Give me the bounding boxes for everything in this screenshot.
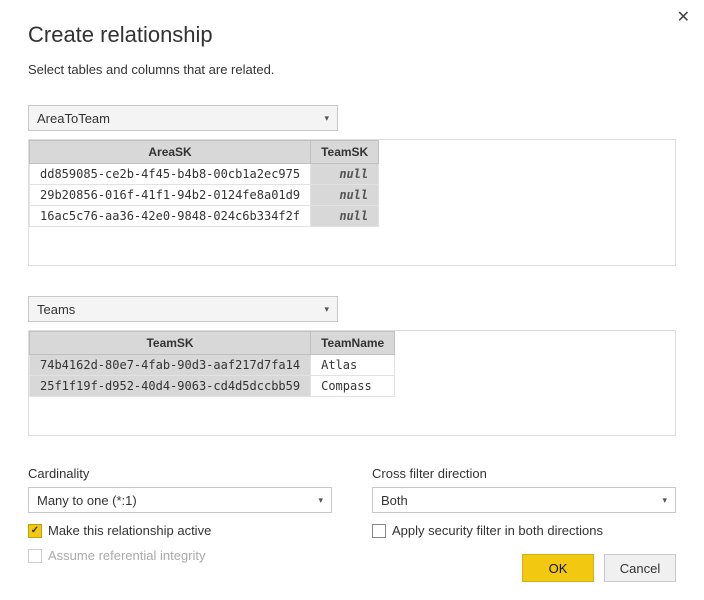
referential-checkbox-label: Assume referential integrity <box>48 548 206 563</box>
security-checkbox-row[interactable]: Apply security filter in both directions <box>372 523 676 538</box>
security-checkbox-label: Apply security filter in both directions <box>392 523 603 538</box>
chevron-down-icon: ▾ <box>662 495 667 506</box>
table2-col-teamsk[interactable]: TeamSK <box>30 332 311 355</box>
close-icon[interactable]: ✕ <box>677 10 690 26</box>
ok-button[interactable]: OK <box>522 554 594 582</box>
table2-select[interactable]: Teams ▾ <box>28 296 338 322</box>
active-checkbox-label: Make this relationship active <box>48 523 211 538</box>
active-checkbox-row[interactable]: Make this relationship active <box>28 523 332 538</box>
table1-header-row: AreaSK TeamSK <box>30 141 379 164</box>
table2-preview: TeamSK TeamName 74b4162d-80e7-4fab-90d3-… <box>28 330 676 436</box>
chevron-down-icon: ▾ <box>324 113 329 124</box>
chevron-down-icon: ▾ <box>324 304 329 315</box>
table-row: 29b20856-016f-41f1-94b2-0124fe8a01d9 nul… <box>30 185 379 206</box>
dialog-subtitle: Select tables and columns that are relat… <box>28 62 676 77</box>
cardinality-value: Many to one (*:1) <box>37 493 137 508</box>
cardinality-select[interactable]: Many to one (*:1) ▾ <box>28 487 332 513</box>
table1-preview: AreaSK TeamSK dd859085-ce2b-4f45-b4b8-00… <box>28 139 676 266</box>
dialog-title: Create relationship <box>28 22 676 48</box>
table2-grid[interactable]: TeamSK TeamName 74b4162d-80e7-4fab-90d3-… <box>29 331 395 397</box>
dialog-footer: OK Cancel <box>522 554 676 582</box>
table2-header-row: TeamSK TeamName <box>30 332 395 355</box>
referential-checkbox-row: Assume referential integrity <box>28 548 332 563</box>
table1-col-areask[interactable]: AreaSK <box>30 141 311 164</box>
table-row: 25f1f19f-d952-40d4-9063-cd4d5dccbb59 Com… <box>30 376 395 397</box>
table-row: 74b4162d-80e7-4fab-90d3-aaf217d7fa14 Atl… <box>30 355 395 376</box>
chevron-down-icon: ▾ <box>318 495 323 506</box>
table1-grid[interactable]: AreaSK TeamSK dd859085-ce2b-4f45-b4b8-00… <box>29 140 379 227</box>
table-row: 16ac5c76-aa36-42e0-9848-024c6b334f2f nul… <box>30 206 379 227</box>
table1-select-value: AreaToTeam <box>37 111 110 126</box>
cardinality-label: Cardinality <box>28 466 332 481</box>
create-relationship-dialog: ✕ Create relationship Select tables and … <box>0 0 704 600</box>
crossfilter-value: Both <box>381 493 408 508</box>
table1-select[interactable]: AreaToTeam ▾ <box>28 105 338 131</box>
table2-col-teamname[interactable]: TeamName <box>311 332 395 355</box>
cancel-button[interactable]: Cancel <box>604 554 676 582</box>
table1-col-teamsk[interactable]: TeamSK <box>311 141 379 164</box>
crossfilter-select[interactable]: Both ▾ <box>372 487 676 513</box>
checkbox-active[interactable] <box>28 524 42 538</box>
checkbox-referential <box>28 549 42 563</box>
checkbox-security[interactable] <box>372 524 386 538</box>
table2-select-value: Teams <box>37 302 75 317</box>
table-row: dd859085-ce2b-4f45-b4b8-00cb1a2ec975 nul… <box>30 164 379 185</box>
crossfilter-label: Cross filter direction <box>372 466 676 481</box>
